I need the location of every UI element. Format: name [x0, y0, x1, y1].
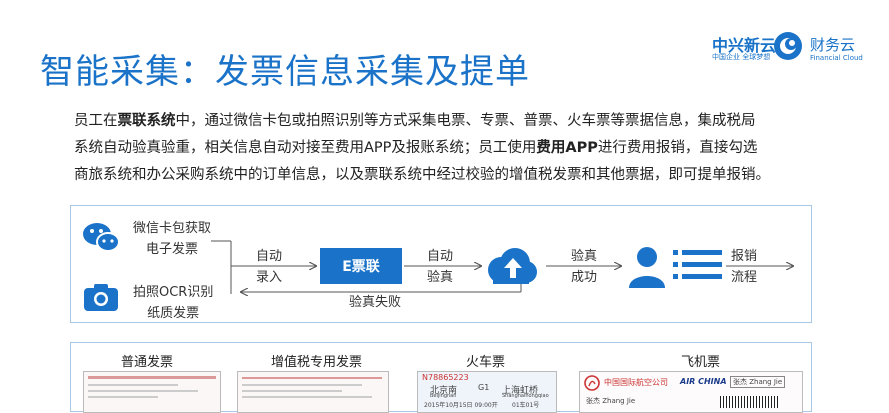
verify-ok-l2: 成功 — [571, 270, 598, 285]
invoice-label-flight: 飞机票 — [681, 355, 721, 370]
auto-verify-l2: 验真 — [427, 270, 454, 285]
auto-entry-l1: 自动 — [256, 249, 283, 264]
para-text: 中，通过微信卡包或拍照识别等方式采集电票、专票、普票、火车票等票据信息，集成税局 — [175, 113, 756, 129]
train-no: N78865223 — [422, 373, 469, 382]
auto-verify-l1: 自动 — [427, 249, 454, 264]
para-bold: 费用APP — [536, 140, 598, 156]
logo-finance-sub: Financial Cloud — [810, 54, 863, 62]
verify-fail-label: 验真失败 — [349, 295, 402, 310]
para-text: 员工在 — [74, 113, 118, 129]
train-ticket-image: N78865223 北京南 G1 上海虹桥 Beijingnan Shangha… — [417, 371, 557, 413]
wechat-label-l2: 电子发票 — [146, 242, 199, 257]
flight-passenger: 张杰 Zhang Jie — [730, 376, 786, 388]
epiao-system-box: E票联 — [320, 248, 402, 284]
cloud-logo-icon — [774, 32, 802, 60]
camera-icon — [84, 284, 118, 311]
reimburse-label: 报销 流程 — [731, 246, 757, 288]
reimburse-l1: 报销 — [731, 249, 758, 264]
wechat-label-l1: 微信卡包获取 — [133, 221, 212, 236]
barcode — [720, 396, 780, 408]
normal-invoice-image — [83, 371, 221, 413]
auto-verify-label: 自动 验真 — [427, 246, 453, 288]
verify-ok-l1: 验真 — [571, 249, 598, 264]
cloud-upload-icon — [488, 248, 537, 284]
para-text: 商旅系统和办公采购系统中的订单信息，以及票联系统中经过校验的增值税发票和其他票据… — [74, 167, 770, 183]
train-from-en: Beijingnan — [430, 393, 457, 399]
para-bold: 票联系统 — [117, 113, 176, 129]
train-to-en: Shanghaihongqiao — [502, 393, 549, 399]
train-date: 2015年10月15日 09:00开 — [424, 402, 498, 409]
invoice-label-normal: 普通发票 — [121, 355, 174, 370]
invoice-lines — [88, 376, 216, 398]
air-china-cn: 中国国际航空公司 — [604, 378, 668, 387]
photo-label-l2: 纸质发票 — [147, 306, 200, 321]
photo-label: 拍照OCR识别 纸质发票 — [133, 282, 213, 324]
verify-ok-label: 验真 成功 — [571, 246, 597, 288]
flight-ticket-image: 中国国际航空公司 AIR CHINA 张杰 Zhang Jie 张杰 Zhang… — [579, 371, 803, 413]
air-china-logo-icon — [584, 375, 600, 391]
photo-label-l1: 拍照OCR识别 — [133, 285, 214, 300]
company-logo: 中兴新云 中国企业 全球梦想 财务云 Financial Cloud — [712, 28, 882, 68]
reimburse-l2: 流程 — [731, 270, 758, 285]
invoice-lines — [242, 377, 382, 398]
intro-paragraph: 员工在票联系统中，通过微信卡包或拍照识别等方式采集电票、专票、普票、火车票等票据… — [74, 108, 819, 189]
invoice-label-train: 火车票 — [466, 355, 506, 370]
auto-entry-l2: 录入 — [256, 270, 283, 285]
logo-finance: 财务云 — [810, 36, 856, 54]
flow-diagram: 微信卡包获取 电子发票 拍照OCR识别 纸质发票 自动 录入 E票联 自动 验真… — [70, 205, 812, 323]
invoice-types-panel: 普通发票 增值税专用发票 火车票 飞机票 N78865223 北京南 G1 上海… — [70, 342, 812, 413]
vat-invoice-image — [237, 371, 389, 413]
wechat-icon — [83, 223, 120, 252]
para-text: 进行费用报销，直接勾选 — [597, 140, 758, 156]
auto-entry-label: 自动 录入 — [256, 246, 282, 288]
logo-brand-sub: 中国企业 全球梦想 — [712, 53, 771, 61]
train-code: G1 — [478, 383, 490, 392]
user-list-icon — [629, 247, 722, 288]
para-text: 系统自动验真验重，相关信息自动对接至费用APP及报账系统；员工使用 — [74, 140, 537, 156]
invoice-label-vat: 增值税专用发票 — [271, 355, 363, 370]
train-seat: 01车01号 — [512, 402, 540, 409]
air-china-en: AIR CHINA — [680, 377, 727, 386]
page-title: 智能采集：发票信息采集及提单 — [40, 52, 530, 92]
flight-passenger-copy: 张杰 Zhang Jie — [586, 397, 636, 405]
wechat-label: 微信卡包获取 电子发票 — [133, 218, 211, 260]
